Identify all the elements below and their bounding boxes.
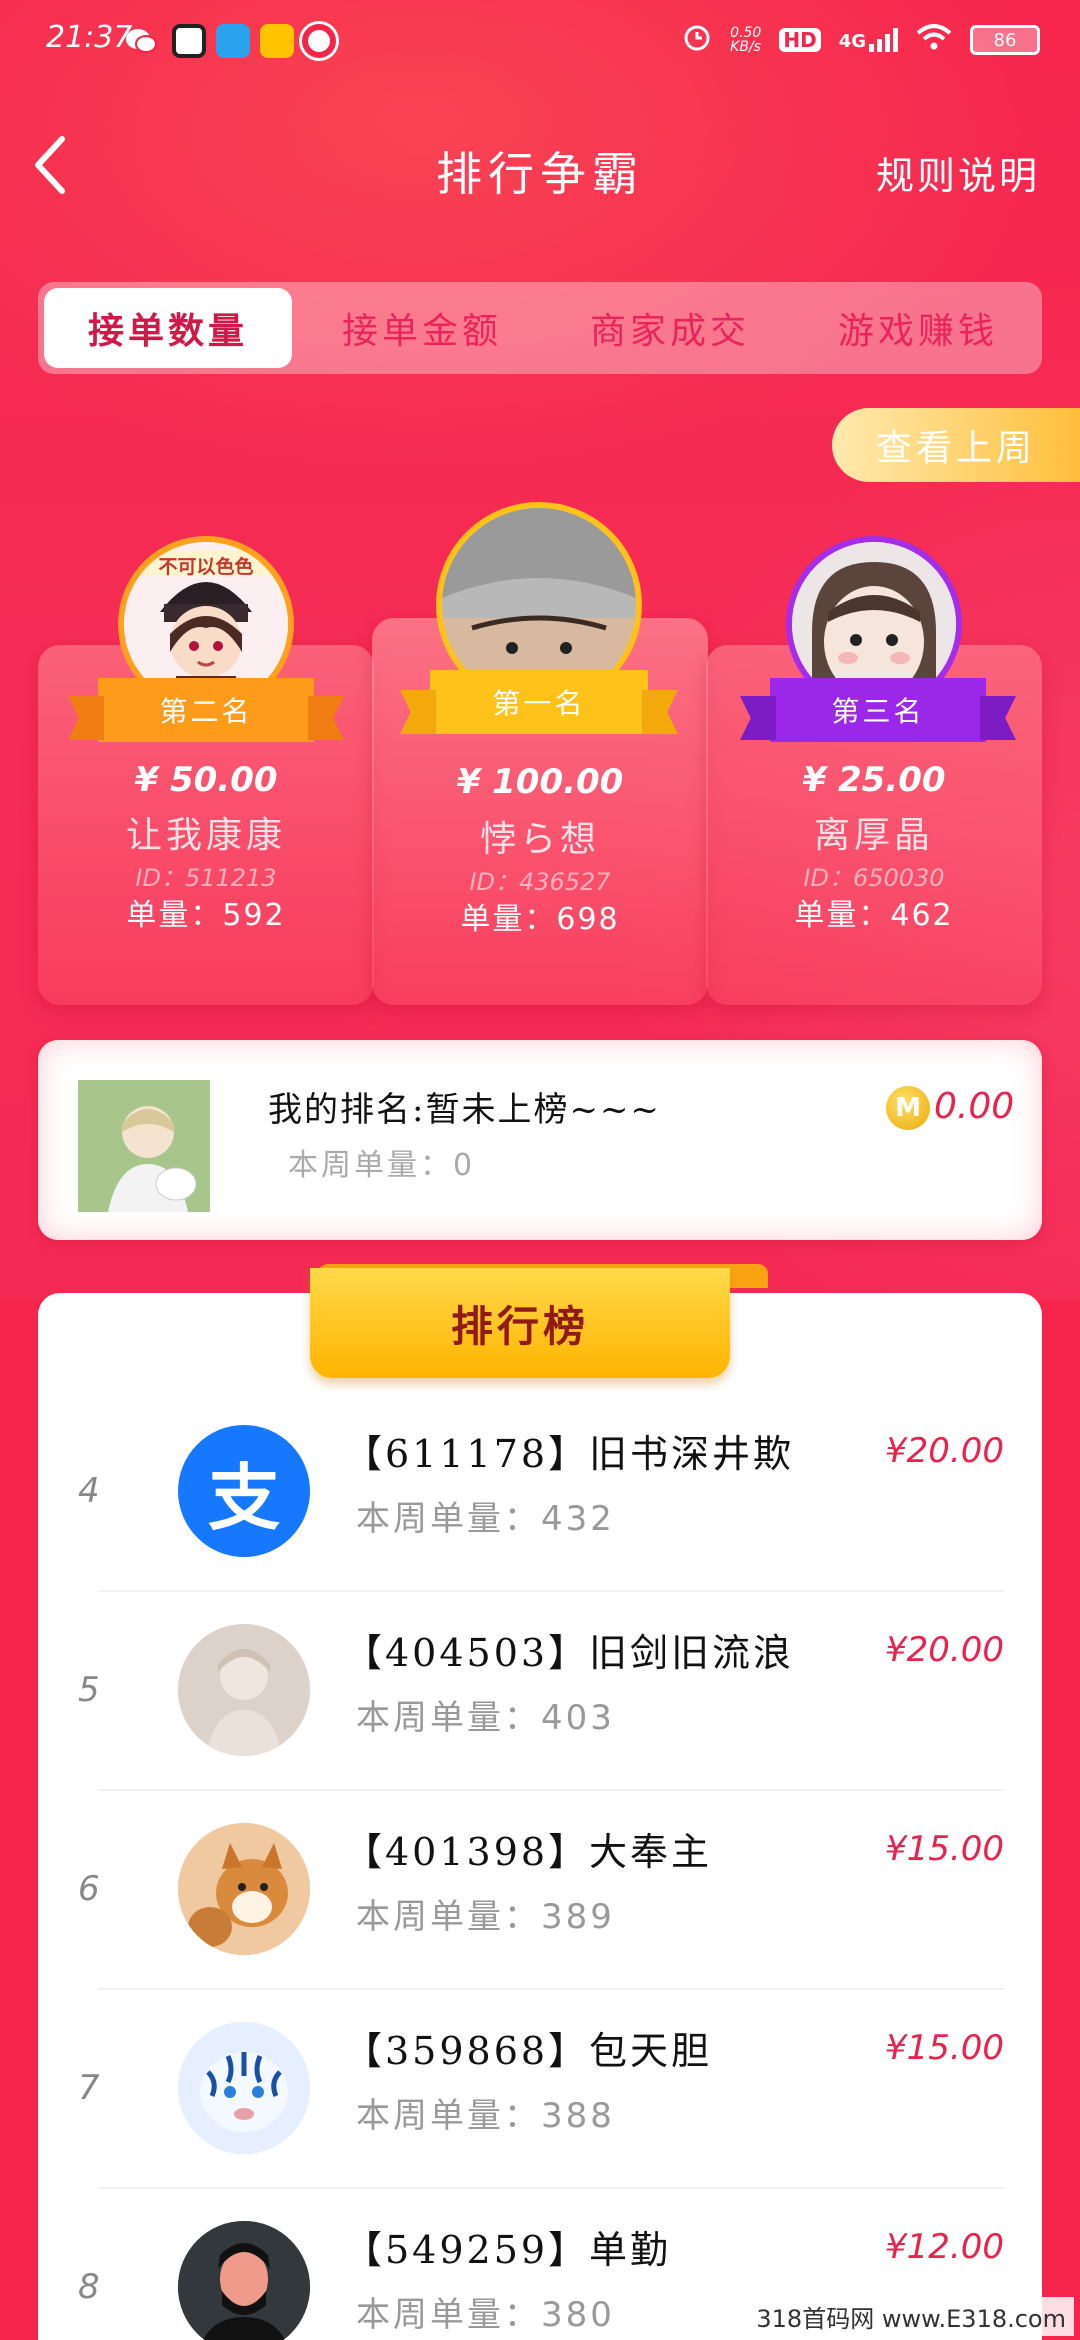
wechat-icon [124,24,158,58]
leaderboard-row[interactable]: 6 【401398】大奉主 本周单量：389 ¥15.00 [38,1791,1042,1990]
rank-number: 5 [78,1670,100,1710]
rules-link[interactable]: 规则说明 [876,145,1040,200]
rank-number: 6 [78,1869,100,1909]
first-amount: ¥ 100.00 [456,762,624,802]
my-weekly-count: 本周单量：0 [288,1148,476,1183]
row-weekly-count: 本周单量：389 [356,1897,615,1937]
third-id: ID：650030 [803,864,945,892]
badge-second-place: 第二名 [98,678,314,742]
wifi-icon [916,23,952,57]
status-time: 21:37 [46,20,133,55]
leaderboard-row[interactable]: 7 【359868】包天胆 本周单量：388 ¥15.00 [38,1990,1042,2189]
tab-game-earnings[interactable]: 游戏赚钱 [794,282,1042,374]
app-icon-green [172,24,206,58]
my-avatar[interactable] [78,1080,210,1212]
third-count: 单量：462 [794,898,954,933]
view-last-week-button[interactable]: 查看上周 [832,408,1080,482]
row-title: 【359868】包天胆 [344,2029,713,2073]
row-amount: ¥15.00 [885,1829,1004,1869]
alipay-glyph: 支 [207,1455,280,1540]
leaderboard-title: 排行榜 [310,1268,730,1378]
avatar-sign-text: 不可以色色 [158,556,254,578]
status-right: 0.50 KB/s HD 4G 86 [682,22,1040,58]
row-title: 【401398】大奉主 [344,1830,713,1874]
net-speed-unit: KB/s [730,39,761,55]
coin-icon: M [886,1086,930,1130]
net-speed-value: 0.50 [730,25,762,41]
row-amount: ¥12.00 [885,2227,1004,2267]
signal-label: 4G [838,31,866,52]
row-weekly-count: 本周单量：403 [356,1698,615,1738]
rank-number: 4 [78,1471,100,1511]
net-speed: 0.50 KB/s [730,26,761,54]
rank-number: 8 [78,2267,100,2307]
my-rank-card: 我的排名:暂未上榜~~~ 本周单量：0 M 0.00 [38,1040,1042,1240]
third-amount: ¥ 25.00 [802,760,946,800]
man-avatar [178,2221,310,2340]
row-title: 【404503】旧剑旧流浪 [344,1631,795,1675]
watermark: 318首码网 www.E318.com [748,2297,1074,2336]
third-name: 离厚晶 [813,815,934,856]
shiba-dog-avatar [178,1823,310,1955]
app-icon-yellow [260,24,294,58]
row-amount: ¥20.00 [885,1431,1004,1471]
row-weekly-count: 本周单量：388 [356,2096,615,2136]
tab-merchant-deals[interactable]: 商家成交 [546,282,794,374]
signal-icon: 4G [839,28,898,52]
second-name: 让我康康 [125,815,286,856]
category-tabs: 接单数量 接单金额 商家成交 游戏赚钱 [38,282,1042,374]
browser-icon [216,24,250,58]
row-weekly-count: 本周单量：380 [356,2295,615,2335]
tab-order-count[interactable]: 接单数量 [44,288,292,368]
anime-boy-avatar [178,1624,310,1756]
rank-number: 7 [78,2068,100,2108]
first-name: 悖ら想 [479,819,600,860]
second-count: 单量：592 [126,898,286,933]
badge-third-place: 第三名 [770,678,986,742]
badge-first-place: 第一名 [430,670,648,734]
second-id: ID：511213 [135,864,277,892]
status-bar: 21:37 0.50 KB/s HD 4G 86 [0,0,1080,80]
tab-order-amount[interactable]: 接单金额 [298,282,546,374]
my-amount: 0.00 [934,1086,1015,1127]
row-title: 【549259】单勤 [344,2228,672,2272]
leaderboard: 4 支 【611178】旧书深井欺 本周单量：432 ¥20.00 5 【404… [38,1293,1042,2340]
alipay-icon: 支 [178,1425,310,1557]
row-amount: ¥20.00 [885,1630,1004,1670]
first-id: ID：436527 [469,868,611,896]
my-rank-title: 我的排名:暂未上榜~~~ [268,1090,661,1130]
tiger-avatar [178,2022,310,2154]
alarm-icon [682,22,712,58]
app-icon-red [302,24,336,58]
row-weekly-count: 本周单量：432 [356,1499,615,1539]
leaderboard-row[interactable]: 4 支 【611178】旧书深井欺 本周单量：432 ¥20.00 [38,1393,1042,1592]
row-title: 【611178】旧书深井欺 [344,1432,795,1476]
second-amount: ¥ 50.00 [134,760,278,800]
hd-badge: HD [779,28,821,52]
first-count: 单量：698 [460,902,620,937]
battery-indicator: 86 [970,25,1040,55]
leaderboard-row[interactable]: 5 【404503】旧剑旧流浪 本周单量：403 ¥20.00 [38,1592,1042,1791]
row-amount: ¥15.00 [885,2028,1004,2068]
